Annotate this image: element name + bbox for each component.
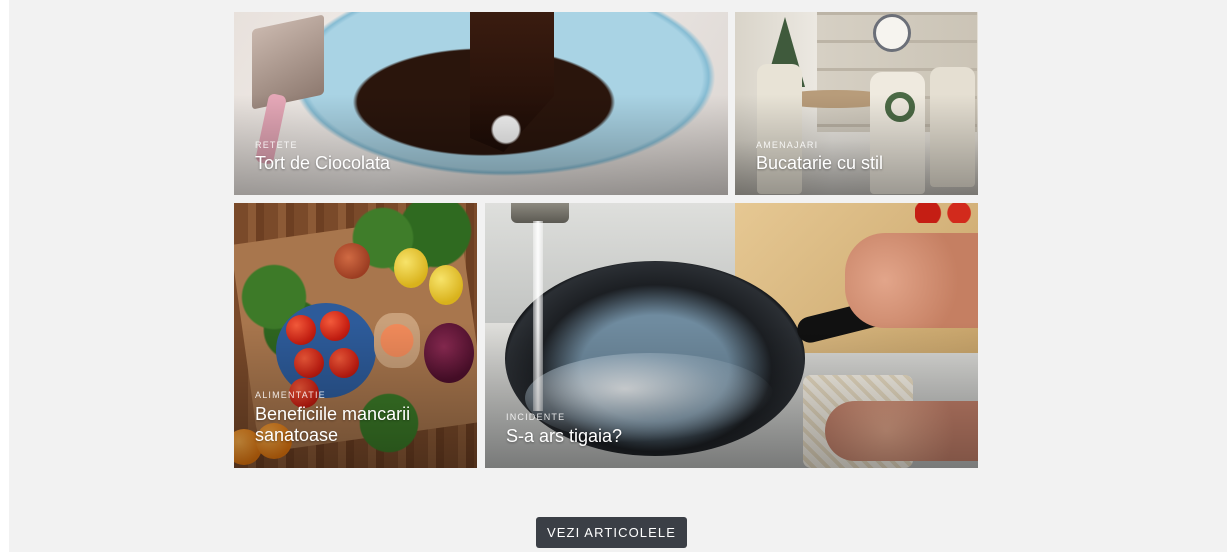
article-title[interactable]: Beneficiile mancarii sanatoase xyxy=(255,404,461,446)
article-category: Incidente xyxy=(506,412,566,422)
article-category: Alimentatie xyxy=(255,390,326,400)
article-category: Amenajari xyxy=(756,140,819,150)
article-title[interactable]: Tort de Ciocolata xyxy=(255,153,712,174)
article-title[interactable]: Bucatarie cu stil xyxy=(756,153,962,174)
view-articles-button[interactable]: VEZI ARTICOLELE xyxy=(536,517,687,548)
article-card-burnt-pan[interactable]: Incidente S-a ars tigaia? xyxy=(485,203,978,468)
article-title[interactable]: S-a ars tigaia? xyxy=(506,426,962,447)
article-card-kitchen[interactable]: Amenajari Bucatarie cu stil xyxy=(735,12,978,195)
article-card-healthy-food[interactable]: Alimentatie Beneficiile mancarii sanatoa… xyxy=(234,203,477,468)
article-category: Retete xyxy=(255,140,298,150)
article-card-chocolate-cake[interactable]: Retete Tort de Ciocolata xyxy=(234,12,728,195)
